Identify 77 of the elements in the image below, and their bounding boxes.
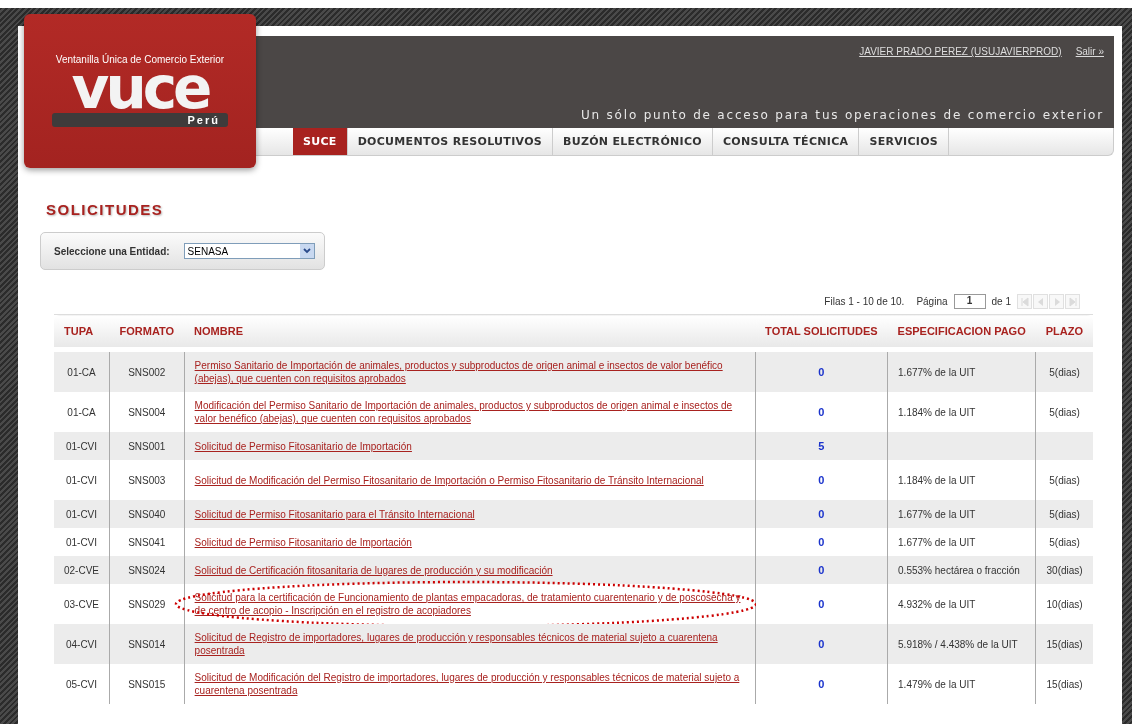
table-cell: 01-CVI <box>54 432 110 460</box>
table-cell: 1.184% de la UIT <box>887 392 1036 432</box>
table-cell: SNS041 <box>109 528 185 556</box>
column-header[interactable]: ESPECIFICACION PAGO <box>887 314 1036 350</box>
tagline: Un sólo punto de acceso para tus operaciones de comercio exterior <box>580 108 1104 122</box>
total-count[interactable]: 0 <box>818 638 825 650</box>
table-cell: 01-CVI <box>54 460 110 500</box>
nav-tab[interactable]: DOCUMENTOS RESOLUTIVOS <box>347 128 553 155</box>
table-cell: 1.677% de la UIT <box>887 528 1036 556</box>
table-cell: 5(dias) <box>1035 460 1093 500</box>
table-cell: 01-CVI <box>54 528 110 556</box>
table-cell: 5(dias) <box>1035 500 1093 528</box>
table-cell: 10(dias) <box>1035 584 1093 624</box>
request-link[interactable]: Solicitud de Modificación del Registro de importadores, lugares de producción y responsables técnicos de material sujeto a cuarentena posentrada <box>194 671 745 697</box>
total-count[interactable]: 0 <box>818 474 825 486</box>
table-cell: 5.918% / 4.438% de la UIT <box>887 624 1036 664</box>
column-header[interactable]: TUPA <box>54 314 110 350</box>
table-cell: 1.479% de la UIT <box>887 664 1036 704</box>
table-cell: 15(dias) <box>1035 664 1093 704</box>
page-input[interactable]: 1 <box>953 294 986 309</box>
request-link[interactable]: Modificación del Permiso Sanitario de Importación de animales, productos y subproductos de origen animal e insectos de valor benéfico (abejas), que cuenten con requisitos aprobados <box>194 399 745 425</box>
table-cell: 5(dias) <box>1035 528 1093 556</box>
table-cell: 1.184% de la UIT <box>887 460 1036 500</box>
total-count[interactable]: 0 <box>818 406 825 418</box>
table-cell: SNS029 <box>109 584 185 624</box>
rows-count: Filas 1 - 10 de 10. <box>824 296 905 307</box>
entity-select[interactable]: SENASA <box>183 243 315 259</box>
column-header[interactable]: FORMATO <box>109 314 185 350</box>
total-count[interactable]: 0 <box>818 366 825 378</box>
column-header[interactable]: NOMBRE <box>184 314 756 350</box>
table-cell: SNS001 <box>109 432 185 460</box>
nav-tab[interactable]: SUCE <box>293 128 348 155</box>
page-total: de 1 <box>991 296 1011 307</box>
table-cell: 30(dias) <box>1035 556 1093 584</box>
table-cell: 01-CA <box>54 392 110 432</box>
page-title: SOLICITUDES <box>46 201 164 218</box>
table-cell <box>1035 432 1093 460</box>
total-count[interactable]: 0 <box>818 598 825 610</box>
table-cell: 15(dias) <box>1035 624 1093 664</box>
request-link[interactable]: Solicitud de Permiso Fitosanitario de Importación <box>194 535 412 549</box>
user-link[interactable]: JAVIER PRADO PEREZ (USUJAVIERPROD) <box>859 46 1062 57</box>
first-page-icon <box>1019 296 1030 307</box>
page-label: Página <box>916 296 948 307</box>
logo-subtitle: Ventanilla Única de Comercio Exterior <box>55 54 225 65</box>
total-count[interactable]: 0 <box>818 564 825 576</box>
total-count[interactable]: 0 <box>818 536 825 548</box>
table-cell: 03-CVE <box>54 584 110 624</box>
table-cell: SNS004 <box>109 392 185 432</box>
table-cell: 05-CVI <box>54 664 110 704</box>
request-link[interactable]: Solicitud de Modificación del Permiso Fitosanitario de Importación o Permiso Fitosanitario de Tránsito Internacional <box>194 473 704 487</box>
total-count[interactable]: 0 <box>818 508 825 520</box>
nav-tab[interactable]: CONSULTA TÉCNICA <box>712 128 860 155</box>
table-cell: 1.677% de la UIT <box>887 500 1036 528</box>
table-cell: SNS040 <box>109 500 185 528</box>
entity-label: Seleccione una Entidad: <box>54 245 170 257</box>
nav-tab[interactable]: BUZÓN ELECTRÓNICO <box>553 128 713 155</box>
nav-tab[interactable]: SERVICIOS <box>859 128 950 155</box>
table-cell: 5(dias) <box>1035 392 1093 432</box>
table-cell: 01-CA <box>54 349 110 392</box>
table-cell: 02-CVE <box>54 556 110 584</box>
total-count[interactable]: 0 <box>818 678 825 690</box>
table-cell: SNS014 <box>109 624 185 664</box>
table-cell: 0.553% hectárea o fracción <box>887 556 1036 584</box>
table-cell: SNS003 <box>109 460 185 500</box>
table-cell: SNS024 <box>109 556 185 584</box>
request-link[interactable]: Solicitud de Permiso Fitosanitario de Importación <box>194 439 412 453</box>
logo-country: Perú <box>52 113 228 127</box>
column-header[interactable]: TOTAL SOLICITUDES <box>755 314 888 350</box>
logo-wordmark: vuce <box>71 65 209 111</box>
column-header[interactable]: PLAZO <box>1035 314 1093 350</box>
table-cell: 01-CVI <box>54 500 110 528</box>
table-cell: SNS015 <box>109 664 185 704</box>
total-count[interactable]: 5 <box>818 440 825 452</box>
logout-link[interactable]: Salir » <box>1075 46 1104 57</box>
table-cell: 4.932% de la UIT <box>887 584 1036 624</box>
last-page-icon <box>1067 296 1078 307</box>
table-cell: 04-CVI <box>54 624 110 664</box>
